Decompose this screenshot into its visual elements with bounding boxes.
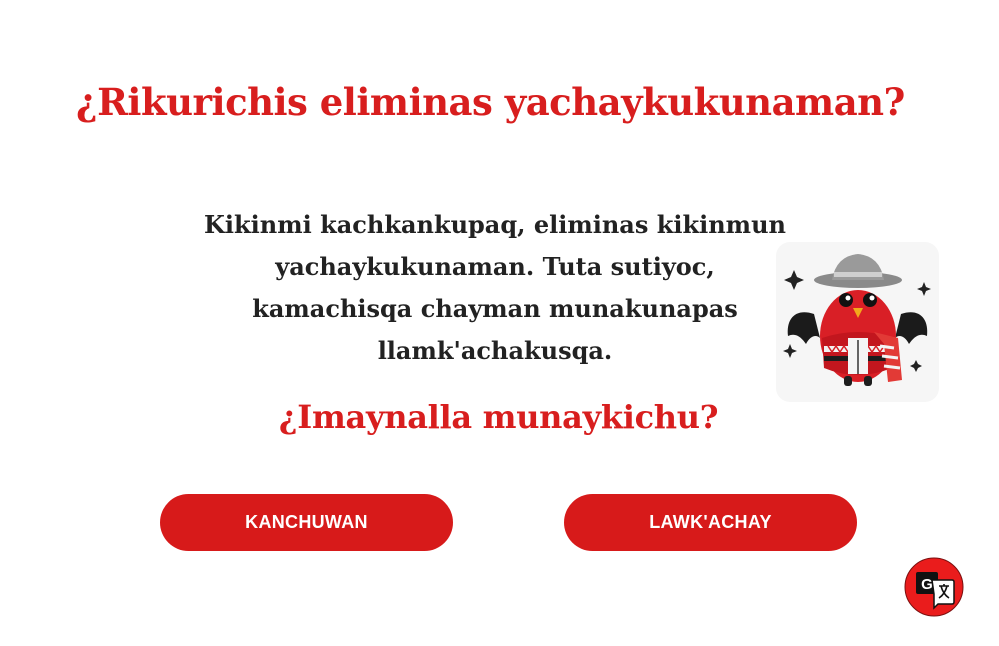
cancel-button[interactable]: KANCHUWAN xyxy=(160,494,453,551)
message-line: yachaykukunaman. Tuta sutiyoc, xyxy=(275,252,715,281)
mascot-card xyxy=(776,242,939,402)
confirm-button[interactable]: LAWK'ACHAY xyxy=(564,494,857,551)
dialog-message: Kikinmi kachkankupaq, eliminas kikinmun … xyxy=(175,204,815,372)
message-line: Kikinmi kachkankupaq, eliminas kikinmun xyxy=(204,210,786,239)
dialog-title: ¿Rikurichis eliminas yachaykukunaman? xyxy=(76,80,905,124)
translate-button[interactable]: G xyxy=(898,556,970,618)
dialog-question: ¿Imaynalla munaykichu? xyxy=(278,398,719,436)
message-line: llamk'achakusqa. xyxy=(377,336,613,365)
svg-text:G: G xyxy=(921,576,933,593)
bird-mascot-icon xyxy=(783,254,931,386)
google-translate-icon: G xyxy=(904,557,964,617)
message-line: kamachisqa chayman munakunapas xyxy=(252,294,738,323)
